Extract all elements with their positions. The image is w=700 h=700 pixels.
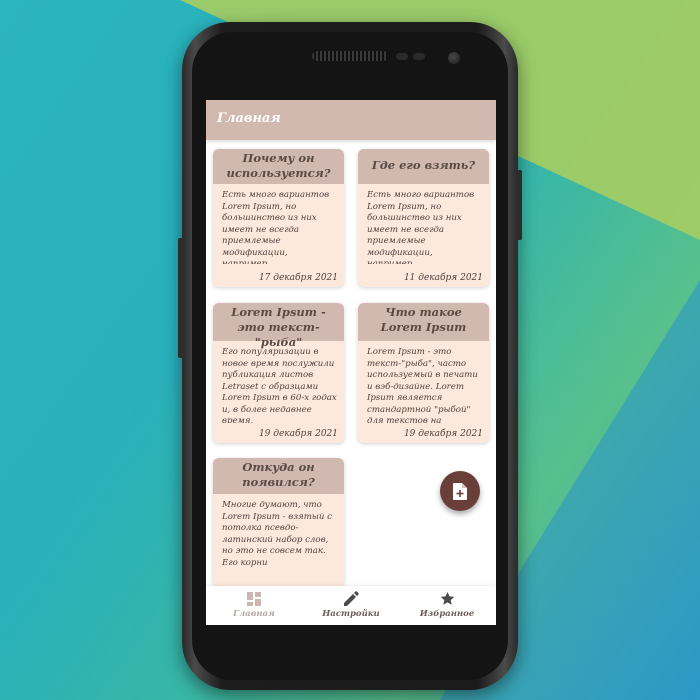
page-title: Главная bbox=[217, 111, 281, 126]
power-button bbox=[517, 170, 522, 240]
dashboard-icon bbox=[247, 591, 261, 606]
note-card-title: Откуда он появился? bbox=[213, 458, 344, 494]
note-card-date: 19 декабря 2021 bbox=[403, 429, 483, 439]
note-card-date: 11 декабря 2021 bbox=[403, 273, 483, 283]
app-screen: Главная Почему он используется? Есть мно… bbox=[206, 100, 496, 625]
note-card-date: 17 декабря 2021 bbox=[258, 273, 338, 283]
note-card-title: Почему он используется? bbox=[213, 149, 344, 184]
bottom-navigation: Главная Настройки Избранное bbox=[206, 586, 496, 625]
note-card-title: Lorem Ipsum - это текст-"рыба" bbox=[213, 303, 344, 349]
note-card-title: Что такое Lorem Ipsum bbox=[358, 303, 489, 341]
nav-label: Избранное bbox=[419, 609, 475, 619]
star-icon bbox=[440, 591, 454, 605]
note-card-date: 19 декабря 2021 bbox=[258, 429, 338, 439]
note-card[interactable]: Lorem Ipsum - это текст-"рыба" Его попул… bbox=[213, 303, 344, 443]
nav-item-favorites[interactable]: Избранное bbox=[402, 590, 492, 624]
note-card-body: Многие думают, что Lorem Ipsum - взятый … bbox=[222, 500, 332, 568]
pencil-icon bbox=[343, 591, 359, 606]
app-bar: Главная bbox=[206, 100, 496, 140]
note-card[interactable]: Откуда он появился? Многие думают, что L… bbox=[213, 458, 344, 586]
proximity-sensor bbox=[396, 53, 408, 60]
nav-label: Настройки bbox=[322, 609, 380, 619]
note-card-body: Lorem Ipsum - это текст-"рыба", часто ис… bbox=[367, 347, 478, 423]
nav-item-settings[interactable]: Настройки bbox=[306, 590, 396, 624]
volume-button bbox=[178, 238, 183, 358]
add-note-button[interactable] bbox=[440, 471, 480, 511]
note-card-body: Его популяризации в новое время послужил… bbox=[222, 347, 337, 423]
nav-item-home[interactable]: Главная bbox=[209, 590, 299, 624]
note-add-icon bbox=[453, 482, 467, 500]
light-sensor bbox=[413, 53, 425, 60]
note-card-body: Есть много вариантов Lorem Ipsum, но бол… bbox=[367, 190, 475, 264]
front-camera bbox=[448, 52, 460, 64]
note-card-body: Есть много вариантов Lorem Ipsum, но бол… bbox=[222, 190, 330, 264]
nav-label: Главная bbox=[233, 609, 275, 619]
note-card[interactable]: Что такое Lorem Ipsum Lorem Ipsum - это … bbox=[358, 303, 489, 443]
note-card[interactable]: Почему он используется? Есть много вариа… bbox=[213, 149, 344, 287]
speaker-grille bbox=[312, 51, 388, 61]
note-card[interactable]: Где его взять? Есть много вариантов Lore… bbox=[358, 149, 489, 287]
note-card-title: Где его взять? bbox=[358, 149, 489, 184]
